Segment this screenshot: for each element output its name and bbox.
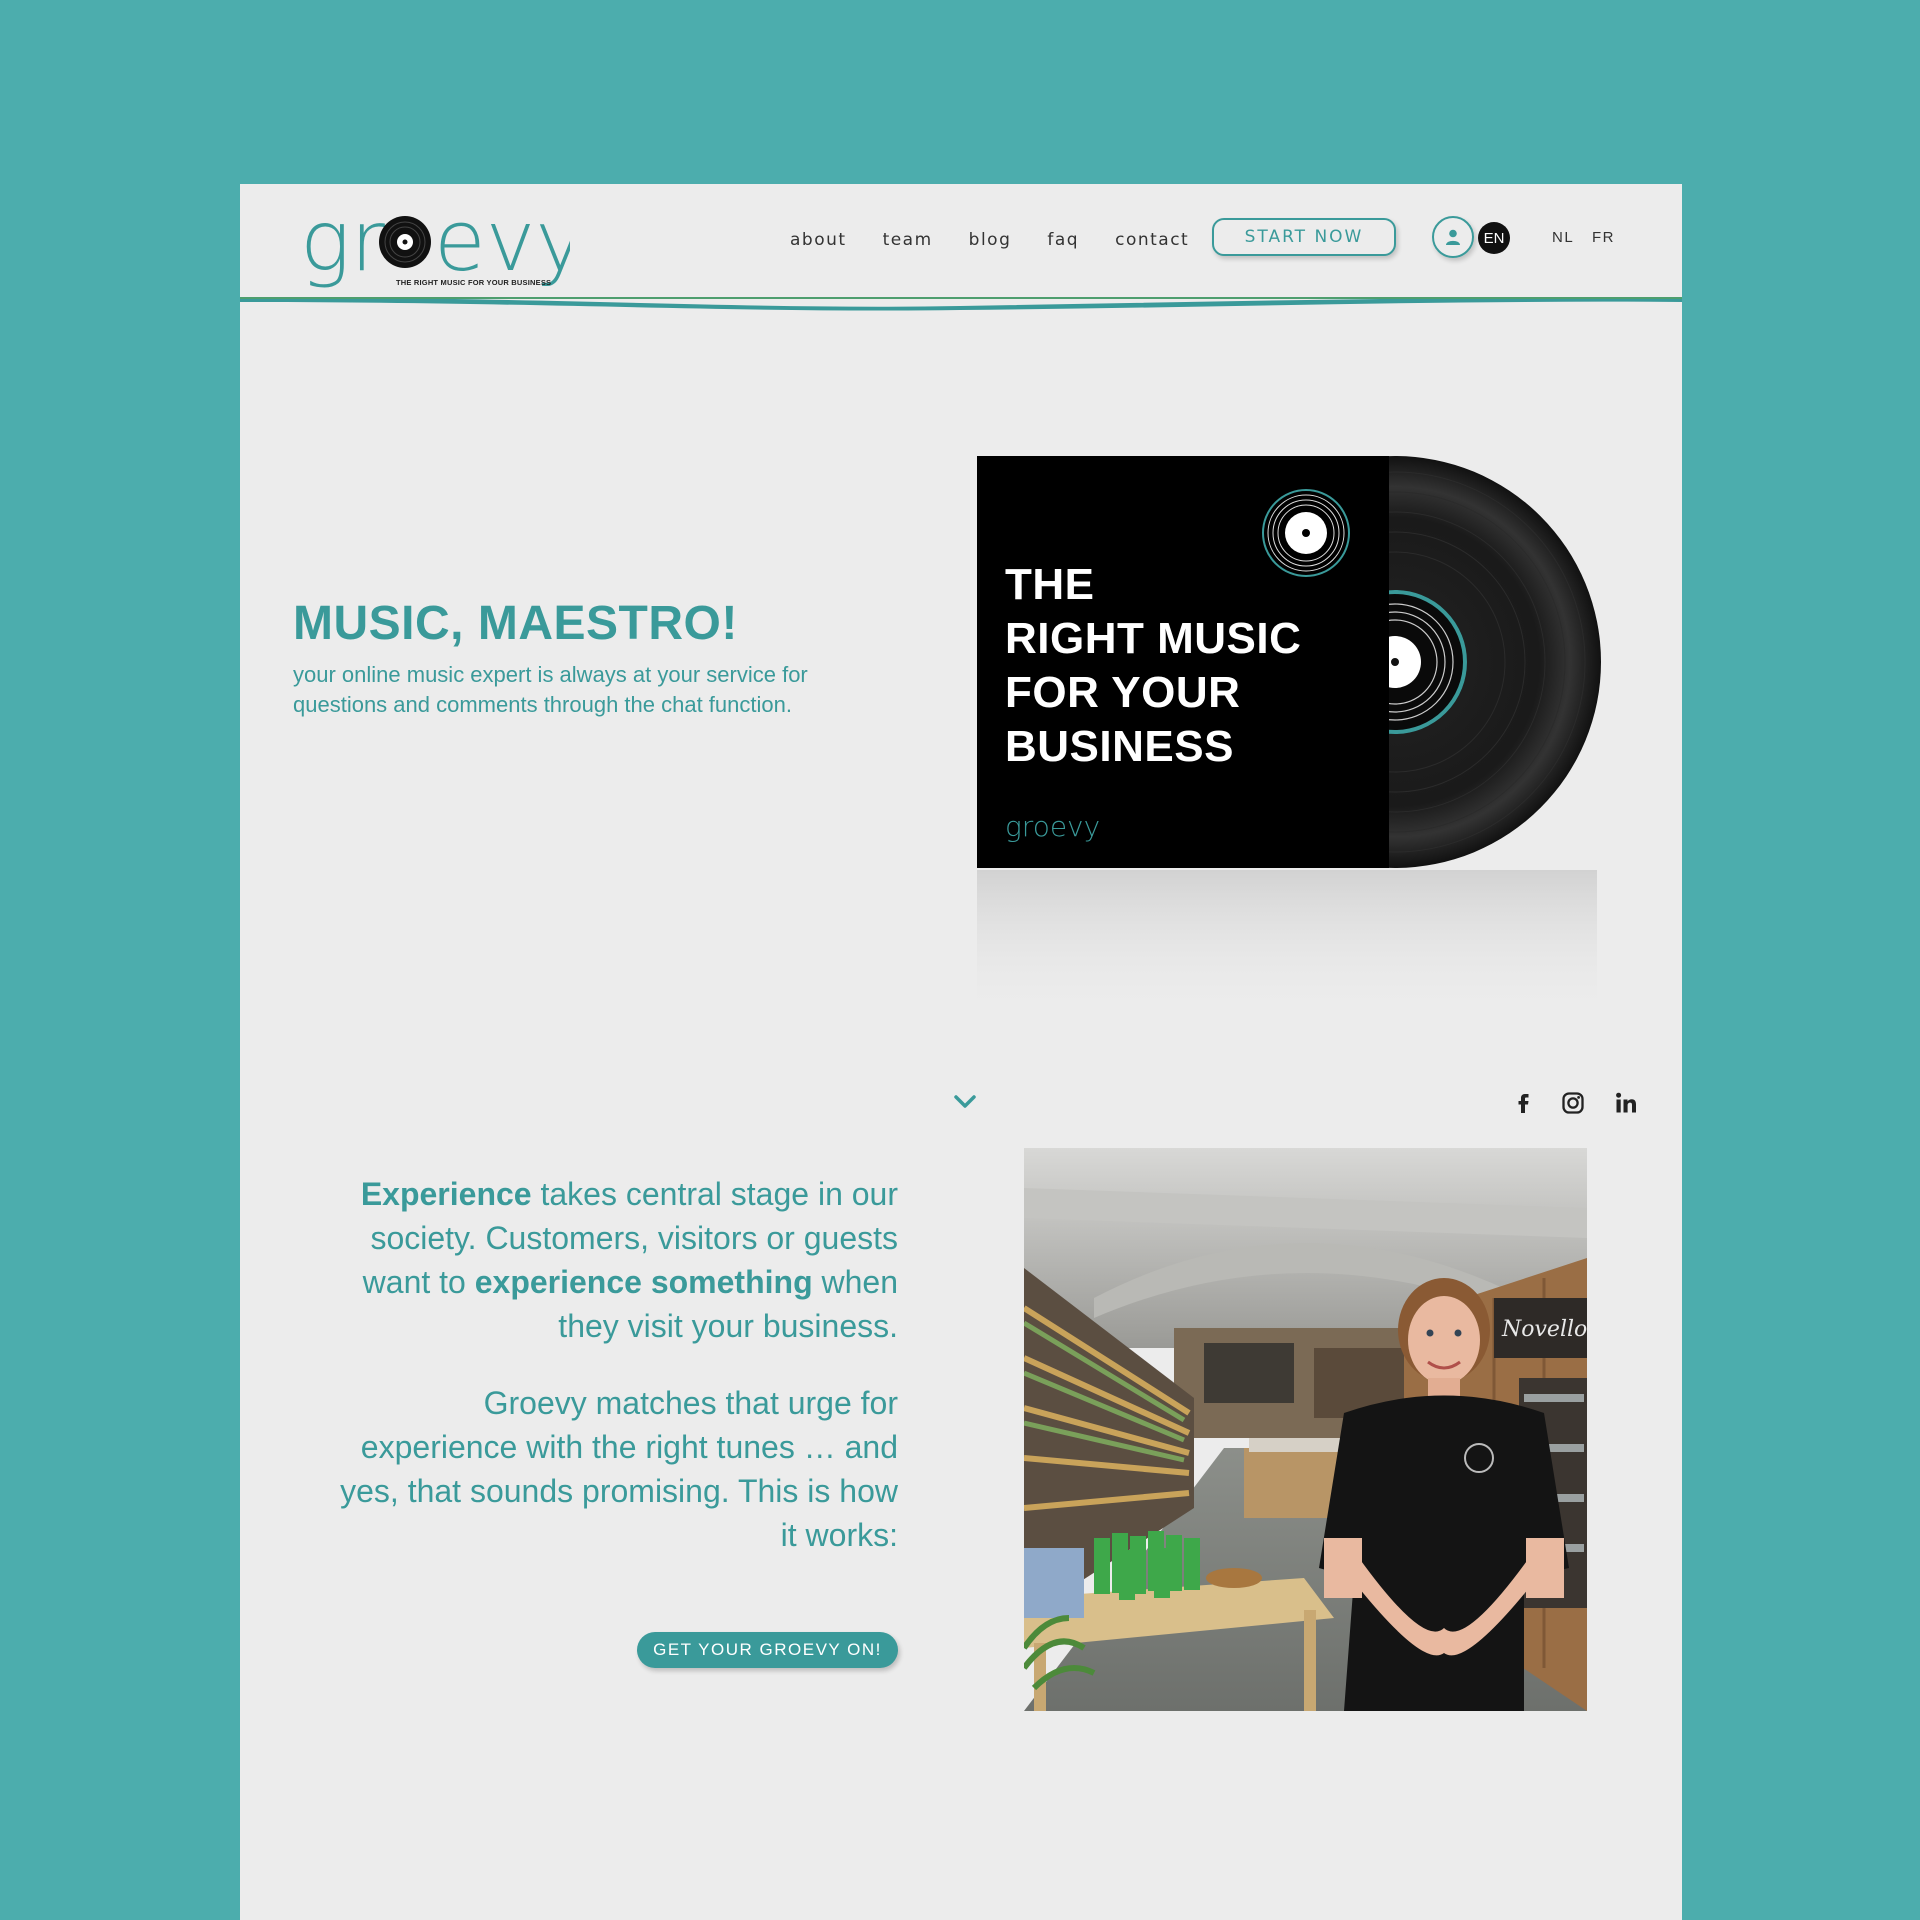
album-line: THE [1005,560,1095,609]
album-sleeve: THE RIGHT MUSIC FOR YOUR BUSINESS groevy [977,456,1389,868]
linkedin-icon[interactable] [1613,1090,1639,1116]
album-line: FOR YOUR [1005,668,1241,717]
hero-subtitle: your online music expert is always at yo… [293,662,808,717]
shop-photo-illustration: Novello [1024,1148,1587,1711]
header-wave-divider [240,297,1682,311]
nav-faq[interactable]: faq [1047,228,1079,252]
svg-text:gr: gr [300,198,385,290]
logo-tagline: THE RIGHT MUSIC FOR YOUR BUSINESS [396,278,552,287]
svg-text:evy: evy [434,198,570,290]
page-container: gr evy THE RIGHT MUSIC FOR YOUR BUSINESS… [240,184,1682,1920]
experience-bold: experience something [474,1264,813,1300]
experience-paragraph-1: Experience takes central stage in our so… [330,1172,898,1348]
nav-about[interactable]: about [790,228,847,252]
experience-paragraph-2: Groevy matches that urge for experience … [340,1385,898,1553]
site-header: gr evy THE RIGHT MUSIC FOR YOUR BUSINESS… [240,184,1682,311]
experience-bold: Experience [360,1176,532,1212]
language-fr[interactable]: FR [1592,229,1615,246]
main-nav: about team blog faq contact [790,228,1225,252]
album-line: RIGHT MUSIC [1005,614,1302,663]
experience-text: Experience takes central stage in our so… [330,1172,898,1557]
hero-title: MUSIC, MAESTRO! [293,597,738,650]
album-logo: groevy [1005,810,1101,843]
album-title: THE RIGHT MUSIC FOR YOUR BUSINESS [1005,558,1301,774]
language-nl[interactable]: NL [1552,229,1574,246]
album-image: THE RIGHT MUSIC FOR YOUR BUSINESS groevy [977,456,1617,1056]
chevron-down-icon[interactable] [950,1092,980,1112]
user-account-button[interactable] [1432,216,1474,258]
language-en-active[interactable]: EN [1478,222,1510,254]
facebook-icon[interactable] [1510,1090,1536,1116]
start-now-button[interactable]: START NOW [1212,218,1396,256]
nav-blog[interactable]: blog [969,228,1012,252]
logo[interactable]: gr evy THE RIGHT MUSIC FOR YOUR BUSINESS [300,192,585,290]
instagram-icon[interactable] [1560,1090,1586,1116]
nav-contact[interactable]: contact [1115,228,1189,252]
nav-team[interactable]: team [883,228,933,252]
svg-text:Novello: Novello [1501,1317,1587,1342]
user-icon [1446,229,1460,245]
album-line: BUSINESS [1005,722,1234,771]
shop-photo: Novello [1024,1148,1587,1711]
get-groevy-button[interactable]: GET YOUR GROEVY ON! [637,1632,898,1668]
